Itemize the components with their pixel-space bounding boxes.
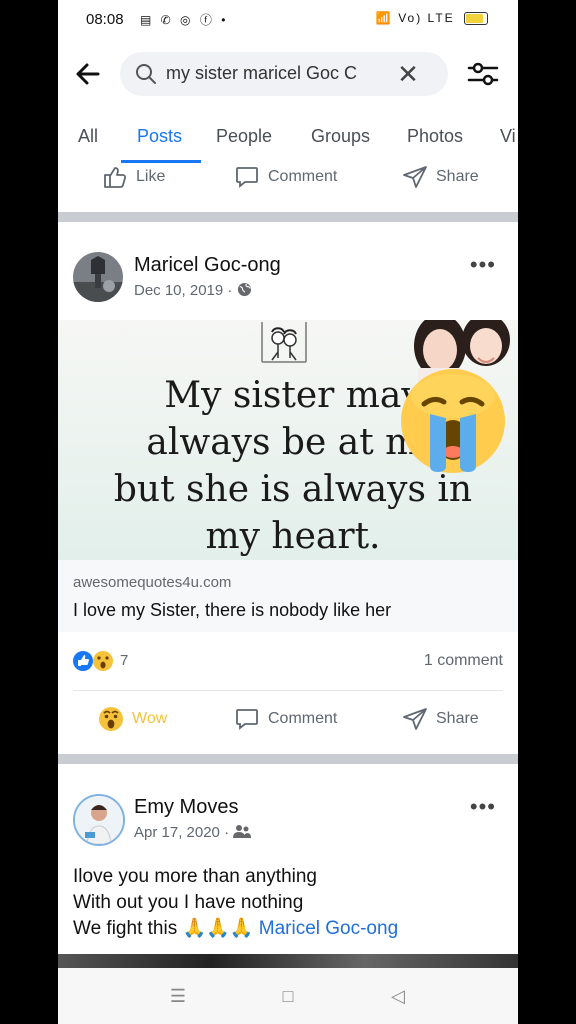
post-meta: Dec 10, 2019 ·	[134, 282, 252, 299]
link-title: I love my Sister, there is nobody like h…	[73, 600, 392, 620]
like-label: Like	[136, 168, 166, 185]
search-header: my sister maricel Goc C ✕	[58, 46, 518, 102]
post-header: Emy Moves Apr 17, 2020 · •••	[58, 794, 518, 854]
phone-screen: 08:08 ▤ ✆ ◎ ⓕ • 📶 Vo) LTE my sister mari…	[58, 0, 518, 1024]
search-input[interactable]: my sister maricel Goc C ✕	[120, 52, 448, 96]
filter-icon[interactable]	[466, 60, 500, 88]
more-icon[interactable]: •••	[470, 794, 496, 820]
tab-all[interactable]: All	[78, 126, 98, 147]
reaction-icons[interactable]	[72, 648, 120, 674]
status-right: 📶 Vo) LTE	[375, 11, 488, 26]
post-author[interactable]: Maricel Goc-ong	[134, 254, 281, 277]
more-icon[interactable]: •••	[470, 252, 496, 278]
reactions-row: 7 1 comment	[58, 648, 518, 674]
pray-emoji: 🙏🙏🙏	[182, 918, 254, 939]
globe-icon	[237, 282, 251, 297]
post-text-line-1: Ilove you more than anything	[73, 866, 317, 887]
wow-label: Wow	[132, 710, 168, 727]
comment-label: Comment	[268, 710, 338, 727]
post-author[interactable]: Emy Moves	[134, 796, 238, 819]
comment-icon	[234, 706, 260, 732]
avatar[interactable]	[73, 252, 123, 302]
comment-icon	[234, 164, 260, 190]
reaction-count[interactable]: 7	[120, 652, 128, 669]
home-icon[interactable]: □	[276, 984, 300, 1008]
like-icon	[102, 164, 128, 190]
post-text-line-3: We fight this 🙏🙏🙏 Maricel Goc-ong	[73, 916, 398, 942]
post-separator	[58, 754, 518, 764]
notification-icons: ▤ ✆ ◎ ⓕ •	[140, 13, 229, 27]
search-icon	[134, 62, 158, 86]
post-text-line-3-text: We fight this	[73, 918, 178, 939]
friends-icon	[233, 825, 252, 838]
network-label: Vo) LTE	[398, 11, 455, 25]
share-label: Share	[436, 168, 479, 185]
status-time: 08:08	[86, 11, 124, 28]
signal-icon: 📶	[375, 11, 393, 25]
back-arrow-icon[interactable]	[70, 56, 106, 92]
post-header: Maricel Goc-ong Dec 10, 2019 · •••	[58, 252, 518, 312]
crying-emoji	[401, 369, 505, 473]
share-icon	[402, 164, 428, 190]
tab-people[interactable]: People	[216, 126, 272, 147]
share-label: Share	[436, 710, 479, 727]
status-bar: 08:08 ▤ ✆ ◎ ⓕ • 📶 Vo) LTE	[58, 0, 518, 40]
clear-icon[interactable]: ✕	[392, 58, 424, 90]
tab-posts[interactable]: Posts	[137, 126, 182, 147]
post-separator	[58, 212, 518, 222]
comment-count[interactable]: 1 comment	[424, 652, 503, 670]
link-preview[interactable]: awesomequotes4u.com I love my Sister, th…	[58, 560, 518, 632]
tab-groups[interactable]: Groups	[311, 126, 370, 147]
mention-link[interactable]: Maricel Goc-ong	[259, 918, 398, 939]
avatar[interactable]	[73, 794, 125, 846]
link-domain: awesomequotes4u.com	[73, 574, 232, 591]
meta-separator: ·	[227, 282, 233, 299]
menu-icon[interactable]: ☰	[166, 984, 190, 1008]
tab-videos[interactable]: Vi	[500, 126, 516, 147]
wow-icon	[98, 706, 124, 732]
post-divider	[73, 690, 503, 691]
media-preview-edge	[58, 954, 518, 968]
post-text-line-2: With out you I have nothing	[73, 892, 304, 913]
share-icon	[402, 706, 428, 732]
meta-separator: ·	[224, 824, 230, 841]
system-nav-bar: ☰ □ ◁	[58, 968, 518, 1024]
post-image[interactable]: My sister may always be at my but she is…	[58, 320, 518, 560]
quote-line-4: my heart.	[205, 516, 381, 557]
swing-illustration	[261, 322, 307, 363]
back-icon[interactable]: ◁	[386, 984, 410, 1008]
active-tab-indicator	[121, 160, 201, 163]
tab-photos[interactable]: Photos	[407, 126, 463, 147]
battery-icon	[464, 12, 488, 26]
comment-label: Comment	[268, 168, 338, 185]
filter-tabs: All Posts People Groups Photos Vi	[58, 112, 518, 162]
post-text: Ilove you more than anything With out yo…	[73, 864, 398, 942]
post-meta: Apr 17, 2020 ·	[134, 824, 252, 841]
search-query[interactable]: my sister maricel Goc C	[166, 63, 386, 84]
post-date[interactable]: Apr 17, 2020	[134, 824, 220, 841]
post-date[interactable]: Dec 10, 2019	[134, 282, 223, 299]
